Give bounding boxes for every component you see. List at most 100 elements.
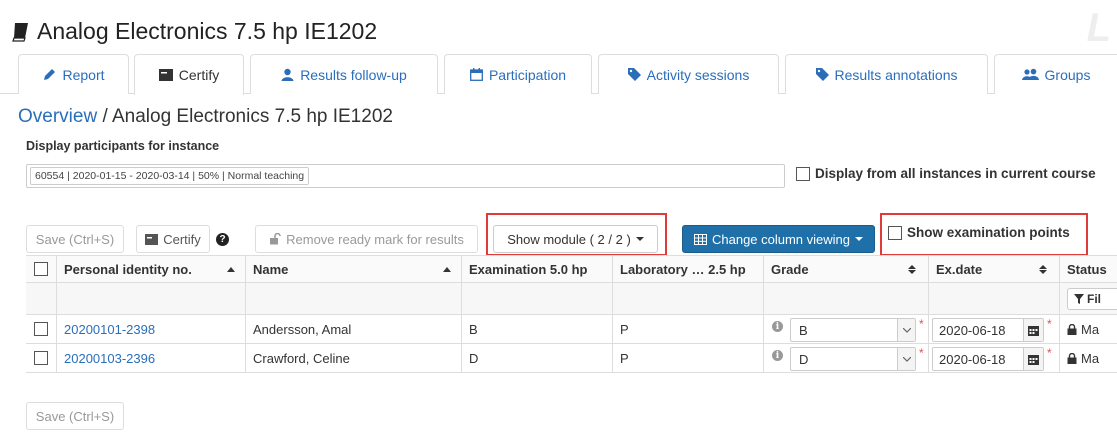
change-column-viewing-label: Change column viewing <box>711 231 851 247</box>
tab-activity-sessions[interactable]: Activity sessions <box>598 54 779 94</box>
calendar-icon[interactable] <box>1023 319 1043 341</box>
column-header-personal-id[interactable]: Personal identity no. <box>56 256 245 282</box>
tab-participation[interactable]: Participation <box>444 54 592 94</box>
logo-watermark: L <box>1086 6 1111 50</box>
info-icon[interactable]: i <box>772 321 783 332</box>
status-text: Ma <box>1081 350 1100 366</box>
remove-ready-mark-button[interactable]: Remove ready mark for results <box>255 225 478 253</box>
personal-id-link[interactable]: 20200101-2398 <box>56 315 245 343</box>
examination-result: B <box>469 321 478 337</box>
tab-label: Report <box>62 66 105 83</box>
column-divider <box>928 255 929 373</box>
course-title: Analog Electronics 7.5 hp IE1202 <box>12 18 377 45</box>
examination-result: D <box>469 350 479 366</box>
exdate-input[interactable]: 2020-06-18 <box>932 318 1044 342</box>
certify-button[interactable]: Certify <box>136 225 210 253</box>
grade-select[interactable]: B <box>790 318 916 342</box>
book-icon <box>12 22 28 42</box>
table-header-row: Personal identity no. Name Examination 5… <box>26 255 1117 283</box>
row-checkbox[interactable] <box>34 322 48 336</box>
display-all-label: Display from all instances in current co… <box>815 166 1096 181</box>
help-icon[interactable]: ? <box>216 233 229 246</box>
display-all-instances[interactable]: Display from all instances in current co… <box>796 166 1096 181</box>
select-all-checkbox[interactable] <box>34 262 48 276</box>
certificate-icon <box>158 69 173 81</box>
change-column-viewing-button[interactable]: Change column viewing <box>682 225 875 253</box>
highlight-box-show-module <box>486 213 667 256</box>
tab-label: Participation <box>488 66 567 83</box>
lock-icon <box>1067 352 1077 364</box>
student-name: Crawford, Celine <box>253 350 350 366</box>
tab-label: Certify <box>178 67 220 83</box>
instance-chip[interactable]: 60554 | 2020-01-15 - 2020-03-14 | 50% | … <box>30 167 310 185</box>
tab-results-annotations[interactable]: Results annotations <box>785 54 988 94</box>
breadcrumb-overview-link[interactable]: Overview <box>18 106 97 127</box>
calendar-icon[interactable] <box>1023 348 1043 370</box>
status-cell: Ma <box>1059 315 1117 343</box>
tab-certify[interactable]: Certify <box>134 54 244 95</box>
column-divider <box>245 255 246 373</box>
column-header-name[interactable]: Name <box>245 256 461 282</box>
status-text: Ma <box>1081 321 1100 337</box>
calendar-icon <box>470 68 483 81</box>
table-row: 20200101-2398 Andersson, Amal B P i B * … <box>26 315 1117 344</box>
instance-select[interactable]: 60554 | 2020-01-15 - 2020-03-14 | 50% | … <box>26 164 785 188</box>
chevron-down-icon <box>897 319 915 341</box>
exdate-input[interactable]: 2020-06-18 <box>932 347 1044 371</box>
breadcrumb-current: Analog Electronics 7.5 hp IE1202 <box>111 106 393 127</box>
display-all-checkbox[interactable] <box>796 166 810 181</box>
tag-icon <box>627 68 641 81</box>
sort-asc-icon <box>443 266 451 272</box>
tab-groups[interactable]: Groups <box>994 54 1117 94</box>
student-name: Andersson, Amal <box>253 321 352 337</box>
table-icon <box>693 233 707 245</box>
sort-asc-icon <box>227 266 235 272</box>
required-marker: * <box>919 317 924 331</box>
personal-id-link[interactable]: 20200103-2396 <box>56 344 245 372</box>
grade-value: B <box>799 322 808 338</box>
row-checkbox[interactable] <box>34 351 48 365</box>
laboratory-result: P <box>620 321 629 337</box>
column-divider <box>461 255 462 373</box>
users-icon <box>1021 68 1039 80</box>
footer-save-button[interactable]: Save (Ctrl+S) <box>26 402 124 430</box>
filter-icon <box>1074 294 1084 304</box>
column-header-status[interactable]: Status <box>1059 256 1117 282</box>
status-cell: Ma <box>1059 344 1117 372</box>
sort-icon <box>1039 264 1047 274</box>
column-divider <box>56 255 57 373</box>
tab-report[interactable]: Report <box>18 54 129 94</box>
required-marker: * <box>1047 346 1052 360</box>
filter-button[interactable]: Fil <box>1067 288 1117 310</box>
tab-bar: Report Certify Results follow-up Partici… <box>0 54 1117 95</box>
pencil-icon <box>44 68 56 80</box>
column-header-grade[interactable]: Grade <box>763 256 928 282</box>
filter-label: Fil <box>1087 292 1101 306</box>
chevron-down-icon <box>897 348 915 370</box>
filter-row: Fil <box>26 283 1117 315</box>
save-button-label: Save (Ctrl+S) <box>35 231 115 247</box>
column-divider <box>763 255 764 373</box>
instance-label: Display participants for instance <box>26 139 220 153</box>
column-header-laboratory[interactable]: Laboratory … 2.5 hp <box>612 256 763 282</box>
exdate-value: 2020-06-18 <box>939 322 1006 338</box>
remove-ready-mark-label: Remove ready mark for results <box>286 231 464 247</box>
grade-value: D <box>799 351 809 367</box>
column-header-exdate[interactable]: Ex.date <box>928 256 1059 282</box>
sort-icon <box>908 264 916 274</box>
tab-results-follow-up[interactable]: Results follow-up <box>250 54 438 94</box>
laboratory-result: P <box>620 350 629 366</box>
info-icon[interactable]: i <box>772 350 783 361</box>
column-header-examination[interactable]: Examination 5.0 hp <box>461 256 612 282</box>
save-button[interactable]: Save (Ctrl+S) <box>26 225 124 253</box>
column-divider <box>612 255 613 373</box>
exdate-value: 2020-06-18 <box>939 351 1006 367</box>
tab-label: Groups <box>1044 66 1091 83</box>
caret-down-icon <box>855 237 864 241</box>
lock-icon <box>1067 323 1077 335</box>
tag-icon <box>815 68 829 81</box>
unlock-icon <box>270 233 281 245</box>
tab-label: Activity sessions <box>646 66 750 83</box>
tab-label: Results annotations <box>834 66 958 83</box>
grade-select[interactable]: D <box>790 347 916 371</box>
